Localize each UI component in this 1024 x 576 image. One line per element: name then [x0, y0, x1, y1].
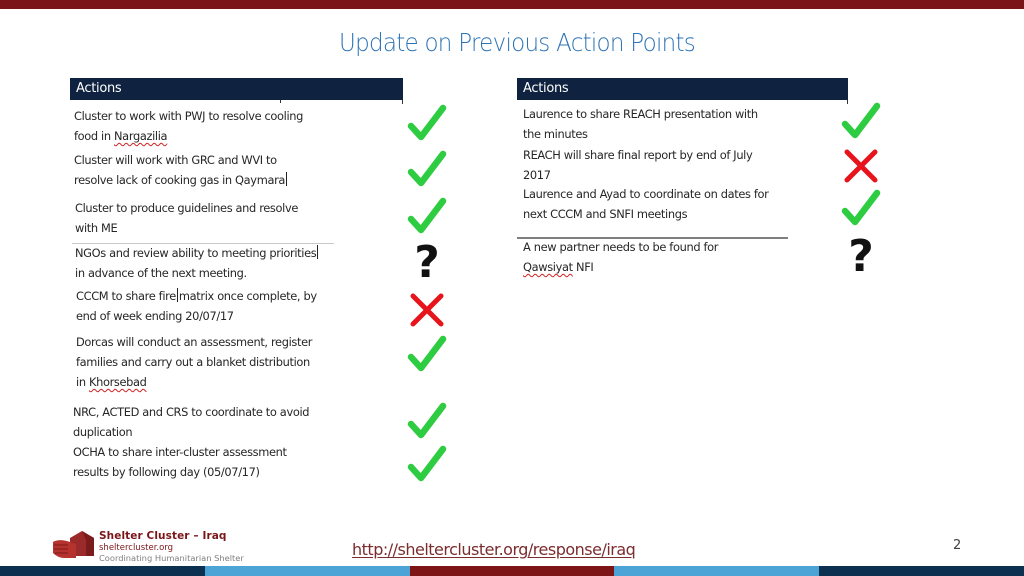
- text-cursor: [286, 172, 288, 186]
- row-separator: [517, 237, 788, 239]
- page-number: 2: [953, 538, 962, 553]
- cross-icon: [406, 290, 448, 330]
- action-text-line: end of week ending 20/07/17: [76, 309, 234, 323]
- checkmark-icon: [406, 445, 448, 485]
- action-text-line: results by following day (05/07/17): [73, 465, 260, 479]
- checkmark-icon: [406, 150, 448, 190]
- action-text-line: resolve lack of cooking gas in Qaymara: [74, 172, 288, 187]
- top-accent-bar: [0, 0, 1024, 9]
- right-actions-header: Actions: [517, 78, 848, 100]
- bottom-bar-segment: [409, 566, 615, 576]
- action-text-line: families and carry out a blanket distrib…: [76, 355, 310, 369]
- action-text-line: duplication: [73, 425, 133, 439]
- action-row: Cluster to work with PWJ to resolve cool…: [74, 106, 303, 146]
- action-text-line: Cluster will work with GRC and WVI to: [74, 153, 277, 167]
- action-text-line: with ME: [75, 221, 118, 235]
- hand-house-logo-icon: [50, 528, 96, 562]
- bottom-bar-segment: [614, 566, 820, 576]
- question-mark-icon: ?: [406, 240, 448, 280]
- checkmark-icon: [406, 197, 448, 237]
- org-tagline: Coordinating Humanitarian Shelter: [99, 553, 244, 563]
- response-link[interactable]: http://sheltercluster.org/response/iraq: [352, 540, 636, 559]
- checkmark-icon: [406, 104, 448, 144]
- action-row: Cluster will work with GRC and WVI to res…: [74, 150, 288, 190]
- action-row: Dorcas will conduct an assessment, regis…: [76, 332, 312, 392]
- action-row: Cluster to produce guidelines and resolv…: [75, 198, 298, 238]
- action-text-line: Cluster to produce guidelines and resolv…: [75, 201, 299, 215]
- action-text-line: food in Nargazilia: [74, 129, 168, 143]
- spellcheck-word: Khorsebad: [88, 375, 147, 389]
- action-text-line: Cluster to work with PWJ to resolve cool…: [74, 109, 304, 123]
- org-block: Shelter Cluster – Iraq sheltercluster.or…: [99, 530, 244, 563]
- action-text-line: NRC, ACTED and CRS to coordinate to avoi…: [73, 405, 310, 419]
- left-actions-header: Actions: [70, 78, 403, 100]
- action-text-line: CCCM to share fire matrix once complete, …: [76, 288, 317, 303]
- org-name: Shelter Cluster – Iraq: [99, 530, 227, 542]
- action-text-line: OCHA to share inter-cluster assessment: [73, 445, 287, 459]
- bottom-bar-segment: [0, 566, 205, 576]
- header-edge: [847, 100, 848, 104]
- action-text-line: in Khorsebad: [76, 375, 147, 389]
- action-text-line: in advance of the next meeting.: [75, 266, 247, 280]
- slide-title: Update on Previous Action Points: [339, 28, 696, 57]
- org-site: sheltercluster.org: [99, 543, 174, 553]
- action-row: CCCM to share fire matrix once complete, …: [76, 286, 317, 326]
- checkmark-icon: [406, 402, 448, 442]
- bottom-bar-segment: [204, 566, 410, 576]
- header-edge: [402, 100, 403, 104]
- spellcheck-word: Nargazilia: [114, 129, 168, 143]
- checkmark-icon: [406, 335, 448, 375]
- bottom-accent-bar: [0, 566, 1024, 576]
- bottom-bar-segment: [819, 566, 1024, 576]
- svg-text:?: ?: [414, 240, 440, 280]
- text-cursor: [176, 288, 178, 302]
- row-separator: [72, 243, 334, 244]
- action-text-line: Dorcas will conduct an assessment, regis…: [76, 335, 313, 349]
- action-text-line: NGOs and review ability to meeting prior…: [75, 245, 319, 260]
- right-actions-table: Actions: [517, 78, 857, 278]
- header-tick: [280, 100, 281, 103]
- action-row: OCHA to share inter-cluster assessment re…: [73, 442, 287, 482]
- action-row: NGOs and review ability to meeting prior…: [75, 243, 319, 283]
- action-row: NRC, ACTED and CRS to coordinate to avoi…: [73, 402, 310, 442]
- text-cursor: [317, 245, 319, 259]
